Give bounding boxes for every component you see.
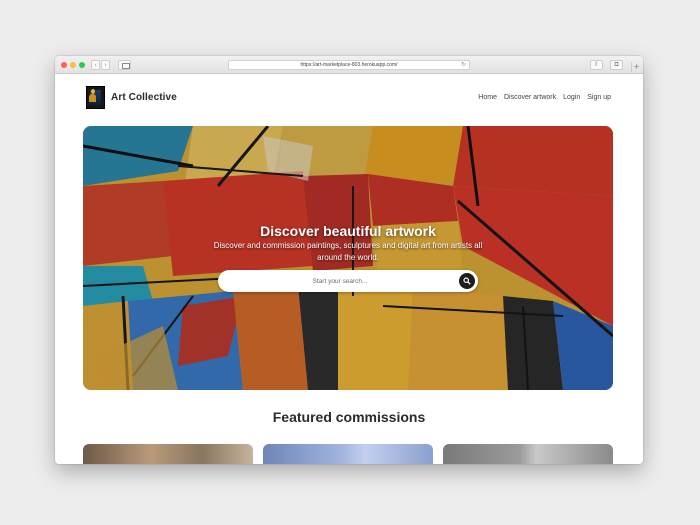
sidebar-toggle-icon[interactable]	[118, 60, 131, 70]
hero-title: Discover beautiful artwork	[260, 223, 436, 239]
browser-toolbar: ‹ › https://art-marketplace-803.herokuap…	[55, 56, 643, 74]
hero-banner: Discover beautiful artwork Discover and …	[83, 126, 613, 390]
address-bar[interactable]: https://art-marketplace-803.herokuapp.co…	[228, 60, 470, 70]
close-window-button[interactable]	[61, 62, 67, 68]
main-nav: Home Discover artwork Login Sign up	[478, 94, 611, 101]
featured-card[interactable]	[443, 444, 613, 464]
mona-lisa-logo-icon[interactable]	[86, 86, 105, 109]
zoom-window-button[interactable]	[79, 62, 85, 68]
nav-home[interactable]: Home	[478, 94, 497, 101]
address-bar-url: https://art-marketplace-803.herokuapp.co…	[300, 62, 398, 68]
reload-icon[interactable]: ↻	[461, 61, 466, 69]
featured-card[interactable]	[263, 444, 433, 464]
search-icon	[463, 277, 471, 285]
logo-figure	[89, 94, 96, 102]
search-input[interactable]	[232, 274, 448, 288]
hero-subtitle: Discover and commission paintings, sculp…	[213, 241, 483, 262]
forward-button[interactable]: ›	[101, 60, 110, 70]
minimize-window-button[interactable]	[70, 62, 76, 68]
nav-login[interactable]: Login	[563, 94, 580, 101]
logo-face	[91, 89, 95, 94]
brand-name[interactable]: Art Collective	[111, 92, 177, 103]
nav-discover-artwork[interactable]: Discover artwork	[504, 94, 556, 101]
share-icon[interactable]: ⇧	[590, 60, 603, 70]
browser-window: ‹ › https://art-marketplace-803.herokuap…	[55, 56, 643, 464]
search-bar	[218, 270, 478, 292]
new-tab-icon[interactable]: +	[631, 62, 641, 72]
featured-card[interactable]	[83, 444, 253, 464]
site-header: Art Collective Home Discover artwork Log…	[55, 74, 643, 124]
search-button[interactable]	[459, 273, 475, 289]
tabs-icon[interactable]: ⧉	[610, 60, 623, 70]
nav-sign-up[interactable]: Sign up	[587, 94, 611, 101]
back-button[interactable]: ‹	[91, 60, 100, 70]
featured-commissions-title: Featured commissions	[272, 409, 426, 425]
